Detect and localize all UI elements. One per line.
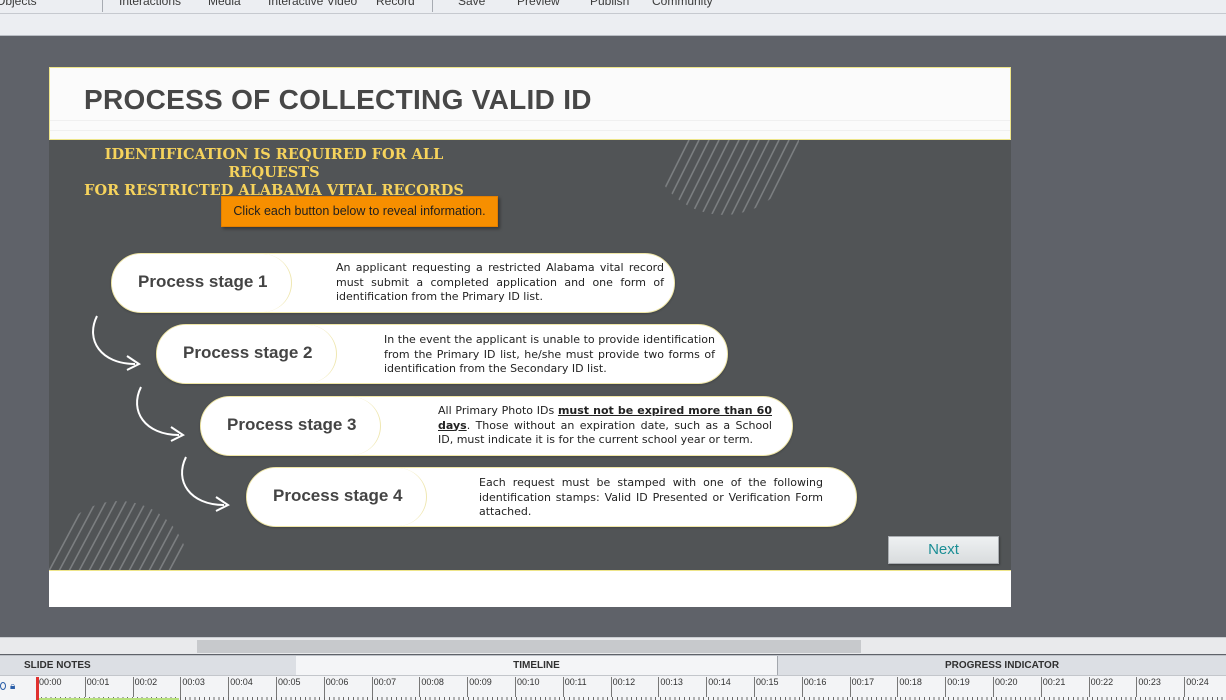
lock-icon[interactable]: 🔒︎ <box>10 681 15 692</box>
requirement-line-1: IDENTIFICATION IS REQUIRED FOR ALL REQUE… <box>104 146 444 181</box>
process-stage-3-text-end: . Those without an expiration date, such… <box>438 418 772 447</box>
ruler-tick-label: 00:06 <box>323 677 348 697</box>
ruler-tick-label: 00:19 <box>945 677 970 697</box>
ruler-tick-label: 00:18 <box>897 677 922 697</box>
tab-slide-notes[interactable]: SLIDE NOTES <box>0 656 296 676</box>
ruler-tick-label: 00:11 <box>562 677 587 697</box>
curved-arrow-icon <box>136 386 185 442</box>
process-stage-3-card: Process stage 3 All Primary Photo IDs mu… <box>200 396 793 456</box>
process-stage-2-label: Process stage 2 <box>183 343 313 362</box>
ruler-tick-label: 00:21 <box>1040 677 1065 697</box>
process-stage-1-text: An applicant requesting a restricted Ala… <box>336 261 664 303</box>
ruler-tick-label: 00:14 <box>706 677 731 697</box>
process-stage-3-text-start: All Primary Photo IDs <box>438 404 558 417</box>
ribbon-lower-strip <box>0 14 1226 36</box>
ribbon-menu: Objects Interactions Media Interactive V… <box>0 0 1226 14</box>
menu-interactions[interactable]: Interactions <box>119 0 181 8</box>
curved-arrow-icon <box>181 456 230 512</box>
ruler-tick-label: 00:23 <box>1136 677 1161 697</box>
tab-timeline[interactable]: TIMELINE <box>296 656 777 676</box>
menu-separator <box>102 0 103 12</box>
next-button[interactable]: Next <box>888 536 999 564</box>
slide: PROCESS OF COLLECTING VALID ID IDENTIFIC… <box>49 67 1011 607</box>
ruler-tick-label: 00:15 <box>754 677 779 697</box>
hatch-decoration-icon <box>649 140 799 215</box>
menu-save[interactable]: Save <box>458 0 485 8</box>
process-stage-1-label: Process stage 1 <box>138 272 268 291</box>
ruler-tick-label: 00:09 <box>467 677 492 697</box>
ruler-tick-label: 00:24 <box>1184 677 1209 697</box>
timeline-ruler[interactable]: 🔒︎ 00:00 00:01 00:02 00:03 00:04 00:05 00:06 00… <box>0 675 1226 700</box>
ruler-tick-label: 00:05 <box>276 677 301 697</box>
menu-preview[interactable]: Preview <box>517 0 560 8</box>
process-stage-4-text: Each request must be stamped with one of… <box>479 476 823 518</box>
scrollbar-thumb[interactable] <box>197 640 861 653</box>
ruler-tick-label: 00:22 <box>1088 677 1113 697</box>
process-stage-1-card: Process stage 1 An applicant requesting … <box>111 253 675 313</box>
process-stage-2-button[interactable]: Process stage 2 <box>157 325 337 383</box>
process-stage-4-button[interactable]: Process stage 4 <box>247 468 427 526</box>
menu-community[interactable]: Community <box>652 0 713 8</box>
menu-publish[interactable]: Publish <box>590 0 629 8</box>
menu-interactive-video[interactable]: Interactive Video <box>268 0 357 8</box>
process-stage-2-card: Process stage 2 In the event the applica… <box>156 324 728 384</box>
authoring-app: Objects Interactions Media Interactive V… <box>0 0 1226 700</box>
process-stage-4-card: Process stage 4 Each request must be sta… <box>246 467 857 527</box>
slide-footer <box>49 572 1011 607</box>
ruler-tick-label: 00:16 <box>801 677 826 697</box>
ruler-tick-label: 00:03 <box>180 677 205 697</box>
reveal-instruction-button[interactable]: Click each button below to reveal inform… <box>221 196 498 227</box>
menu-objects[interactable]: Objects <box>0 0 37 8</box>
ruler-tick-label: 00:08 <box>419 677 444 697</box>
slide-content: IDENTIFICATION IS REQUIRED FOR ALL REQUE… <box>49 140 1011 571</box>
process-stage-3-text: All Primary Photo IDs must not be expire… <box>438 404 772 448</box>
ruler-tick-label: 00:12 <box>610 677 635 697</box>
ruler-tick-label: 00:00 <box>37 677 62 697</box>
tab-progress-indicator[interactable]: PROGRESS INDICATOR <box>778 656 1226 676</box>
stage-horizontal-scrollbar[interactable] <box>0 637 1226 654</box>
curved-arrow-icon <box>92 315 141 371</box>
ruler-tick-label: 00:02 <box>132 677 157 697</box>
page-title: PROCESS OF COLLECTING VALID ID <box>84 84 592 115</box>
process-stage-1-button[interactable]: Process stage 1 <box>112 254 292 312</box>
header-divider <box>50 130 1010 131</box>
process-stage-3-button[interactable]: Process stage 3 <box>201 397 381 455</box>
ruler-tick-label: 00:04 <box>228 677 253 697</box>
process-stage-4-label: Process stage 4 <box>273 486 403 505</box>
slide-header: PROCESS OF COLLECTING VALID ID <box>49 67 1011 140</box>
header-divider <box>50 120 1010 121</box>
menu-media[interactable]: Media <box>208 0 241 8</box>
ruler-tick-label: 00:10 <box>515 677 540 697</box>
menu-record[interactable]: Record <box>376 0 415 8</box>
process-stage-2-text: In the event the applicant is unable to … <box>384 333 715 375</box>
bottom-panel-tabs: SLIDE NOTES TIMELINE PROGRESS INDICATOR <box>0 655 1226 676</box>
ruler-tick-label: 00:17 <box>849 677 874 697</box>
playhead[interactable] <box>36 677 39 700</box>
ruler-tick-label: 00:01 <box>84 677 109 697</box>
ruler-tick-label: 00:20 <box>993 677 1018 697</box>
visibility-icon[interactable] <box>0 682 6 690</box>
process-stage-3-label: Process stage 3 <box>227 415 357 434</box>
requirement-heading: IDENTIFICATION IS REQUIRED FOR ALL REQUE… <box>64 146 484 200</box>
menu-separator <box>432 0 433 12</box>
ruler-tick-label: 00:13 <box>658 677 683 697</box>
ruler-tick-label: 00:07 <box>371 677 396 697</box>
